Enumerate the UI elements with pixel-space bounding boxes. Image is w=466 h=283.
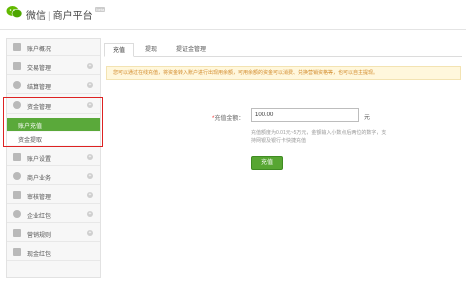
tab-deposit-management[interactable]: 提证金管理 bbox=[168, 43, 214, 57]
expand-icon[interactable]: + bbox=[87, 154, 93, 160]
currency-unit: 元 bbox=[364, 115, 371, 121]
sidebar-item-marketing[interactable]: 营销规则 + bbox=[7, 225, 100, 242]
grid-icon bbox=[13, 62, 21, 70]
expand-icon[interactable]: + bbox=[87, 82, 93, 88]
sidebar-item-label: 交易管理 bbox=[27, 66, 52, 72]
user-icon bbox=[13, 43, 21, 51]
expand-icon[interactable]: + bbox=[87, 173, 93, 179]
tab-withdraw[interactable]: 提现 bbox=[138, 43, 164, 57]
tab-bar: 充值 提现 提证金管理 bbox=[104, 43, 462, 57]
platform-name: 商户平台 bbox=[52, 11, 93, 22]
grid-icon bbox=[13, 248, 21, 256]
grid-icon bbox=[13, 229, 21, 237]
notice-banner: 您可以通过在线充值，将资金转入账户进行出现用余额，可用余额的资金可以消费、兑换营… bbox=[106, 66, 461, 80]
sidebar-item-label: 营销规则 bbox=[27, 233, 52, 239]
clock-icon bbox=[13, 81, 21, 89]
grid-icon bbox=[13, 191, 21, 199]
sidebar-item-account-overview[interactable]: 账户概况 bbox=[7, 39, 100, 56]
sidebar-item-enterprise-redpacket[interactable]: 企业红包 + bbox=[7, 206, 100, 223]
sidebar-item-label: 账户设置 bbox=[27, 157, 52, 163]
user-icon bbox=[13, 153, 21, 161]
expand-icon[interactable]: + bbox=[87, 63, 93, 69]
wechat-logo-icon bbox=[6, 6, 23, 18]
tab-recharge[interactable]: 充值 bbox=[104, 43, 134, 57]
expand-icon[interactable]: + bbox=[87, 192, 93, 198]
sidebar-item-label: 账户概况 bbox=[27, 47, 52, 53]
amount-input[interactable] bbox=[251, 108, 359, 122]
brand-separator: | bbox=[48, 11, 51, 22]
sidebar-item-transactions[interactable]: 交易管理 + bbox=[7, 58, 100, 75]
dollar-icon bbox=[13, 210, 21, 218]
sidebar-item-label: 商户业务 bbox=[27, 176, 52, 182]
gear-icon bbox=[13, 172, 21, 180]
sidebar-nav: 账户概况 交易管理 + 结算管理 + 资金管理 + 账户充值 资金提取 账户设置… bbox=[6, 38, 101, 278]
expand-icon[interactable]: + bbox=[87, 230, 93, 236]
top-header: 微信 | 商户平台 beta bbox=[0, 0, 466, 30]
sidebar-item-merchant-business[interactable]: 商户业务 + bbox=[7, 168, 100, 185]
amount-label: *充值金额： bbox=[212, 113, 244, 122]
sidebar-item-label: 企业红包 bbox=[27, 214, 52, 220]
brand-title: 微信 | 商户平台 beta bbox=[26, 7, 106, 22]
sidebar-item-settlement[interactable]: 结算管理 + bbox=[7, 77, 100, 94]
sidebar-item-label: 结算管理 bbox=[27, 85, 52, 91]
highlight-frame bbox=[3, 97, 103, 147]
amount-label-text: 充值金额： bbox=[214, 116, 245, 122]
sidebar-item-account-settings[interactable]: 账户设置 + bbox=[7, 149, 100, 166]
sidebar-item-label: 现金红包 bbox=[27, 252, 52, 258]
sidebar-item-label: 审核管理 bbox=[27, 195, 52, 201]
sidebar-item-review[interactable]: 审核管理 + bbox=[7, 187, 100, 204]
amount-hint: 充值额度为0.01元~5万元，金额输入小数点后两位的数字，支持网银及银行卡快捷充… bbox=[251, 130, 387, 144]
version-badge: beta bbox=[95, 7, 106, 12]
app-name: 微信 bbox=[26, 11, 46, 22]
expand-icon[interactable]: + bbox=[87, 211, 93, 217]
recharge-button[interactable]: 充值 bbox=[251, 156, 283, 170]
sidebar-item-cash-redpacket[interactable]: 现金红包 bbox=[7, 244, 100, 261]
